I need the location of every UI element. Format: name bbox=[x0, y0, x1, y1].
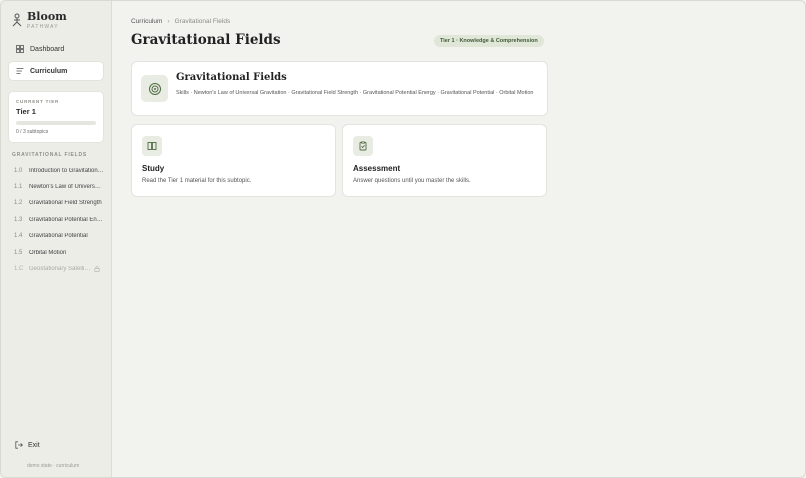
clipboard-check-icon bbox=[353, 136, 373, 156]
topic-number: 1.C bbox=[14, 266, 24, 272]
topic-item[interactable]: 1.5 Orbital Motion bbox=[14, 246, 104, 260]
list-icon bbox=[15, 67, 24, 76]
topic-number: 1.1 bbox=[14, 184, 23, 190]
nav-item-dashboard[interactable]: Dashboard bbox=[9, 40, 103, 58]
nav-item-label: Curriculum bbox=[30, 67, 68, 75]
topic-title: Gravitational Potential bbox=[29, 233, 88, 239]
assessment-card[interactable]: Assessment Answer questions until you ma… bbox=[343, 125, 546, 196]
nav-item-curriculum[interactable]: Curriculum bbox=[9, 62, 103, 80]
study-description: Read the Tier 1 material for this subtop… bbox=[142, 178, 252, 184]
brand-name: Bloom bbox=[27, 10, 67, 23]
topic-item[interactable]: 1.1 Newton's Law of Universal Gravitatio… bbox=[14, 180, 104, 194]
breadcrumb: Curriculum › Gravitational Fields bbox=[131, 18, 230, 25]
topic-card: Gravitational Fields Skills · Newton's L… bbox=[132, 62, 547, 115]
book-icon bbox=[142, 136, 162, 156]
sidebar: Bloom PATHWAY Dashboard Curriculum CURRE… bbox=[1, 1, 112, 477]
topics-section-label: GRAVITATIONAL FIELDS bbox=[12, 152, 88, 158]
person-icon bbox=[12, 13, 22, 27]
topic-title: Newton's Law of Universal Gravitation bbox=[29, 184, 104, 190]
topic-skills: Skills · Newton's Law of Universal Gravi… bbox=[176, 90, 534, 96]
brand: Bloom PATHWAY bbox=[11, 10, 67, 30]
study-title: Study bbox=[142, 164, 165, 173]
exit-label: Exit bbox=[28, 441, 40, 449]
lock-icon bbox=[94, 266, 100, 272]
topic-title: Geostationary Satellites bbox=[29, 266, 91, 272]
target-icon bbox=[141, 75, 168, 102]
exit-button[interactable]: Exit bbox=[15, 441, 40, 449]
exit-icon bbox=[15, 441, 23, 449]
tier-badge: Tier 1 · Knowledge & Comprehension bbox=[434, 35, 544, 47]
topic-item-locked: 1.C Geostationary Satellites bbox=[14, 262, 104, 276]
study-card[interactable]: Study Read the Tier 1 material for this … bbox=[132, 125, 335, 196]
assessment-description: Answer questions until you master the sk… bbox=[353, 178, 471, 184]
app-window: Bloom PATHWAY Dashboard Curriculum CURRE… bbox=[0, 0, 806, 478]
topic-title: Introduction to Gravitational Fields bbox=[29, 168, 104, 174]
tier-progress-text: 0 / 3 subtopics bbox=[16, 129, 49, 135]
page-title: Gravitational Fields bbox=[131, 32, 281, 48]
grid-icon bbox=[15, 45, 24, 54]
topic-title: Gravitational Field Strength bbox=[29, 200, 102, 206]
topic-title: Gravitational Potential Energy bbox=[29, 217, 104, 223]
topic-card-title: Gravitational Fields bbox=[176, 72, 287, 83]
tier-label: CURRENT TIER bbox=[16, 99, 60, 104]
footnote: demo state · curriculum bbox=[27, 463, 80, 469]
topic-number: 1.0 bbox=[14, 168, 23, 174]
topic-item[interactable]: 1.0 Introduction to Gravitational Fields bbox=[14, 164, 104, 178]
nav-item-label: Dashboard bbox=[30, 45, 65, 53]
topic-number: 1.5 bbox=[14, 250, 23, 256]
breadcrumb-current: Gravitational Fields bbox=[174, 18, 231, 25]
topic-number: 1.2 bbox=[14, 200, 23, 206]
topic-item[interactable]: 1.3 Gravitational Potential Energy bbox=[14, 213, 104, 227]
topic-number: 1.3 bbox=[14, 217, 23, 223]
topic-title: Orbital Motion bbox=[29, 250, 67, 256]
topic-item[interactable]: 1.2 Gravitational Field Strength bbox=[14, 196, 104, 210]
topic-item[interactable]: 1.4 Gravitational Potential bbox=[14, 229, 104, 243]
assessment-title: Assessment bbox=[353, 164, 401, 173]
tier-progress-bar bbox=[16, 121, 96, 125]
breadcrumb-root[interactable]: Curriculum bbox=[131, 18, 162, 25]
tier-name: Tier 1 bbox=[16, 107, 36, 116]
topic-number: 1.4 bbox=[14, 233, 23, 239]
current-tier-card: CURRENT TIER Tier 1 0 / 3 subtopics bbox=[9, 92, 103, 142]
brand-subtitle: PATHWAY bbox=[27, 24, 59, 30]
breadcrumb-separator: › bbox=[167, 18, 170, 25]
